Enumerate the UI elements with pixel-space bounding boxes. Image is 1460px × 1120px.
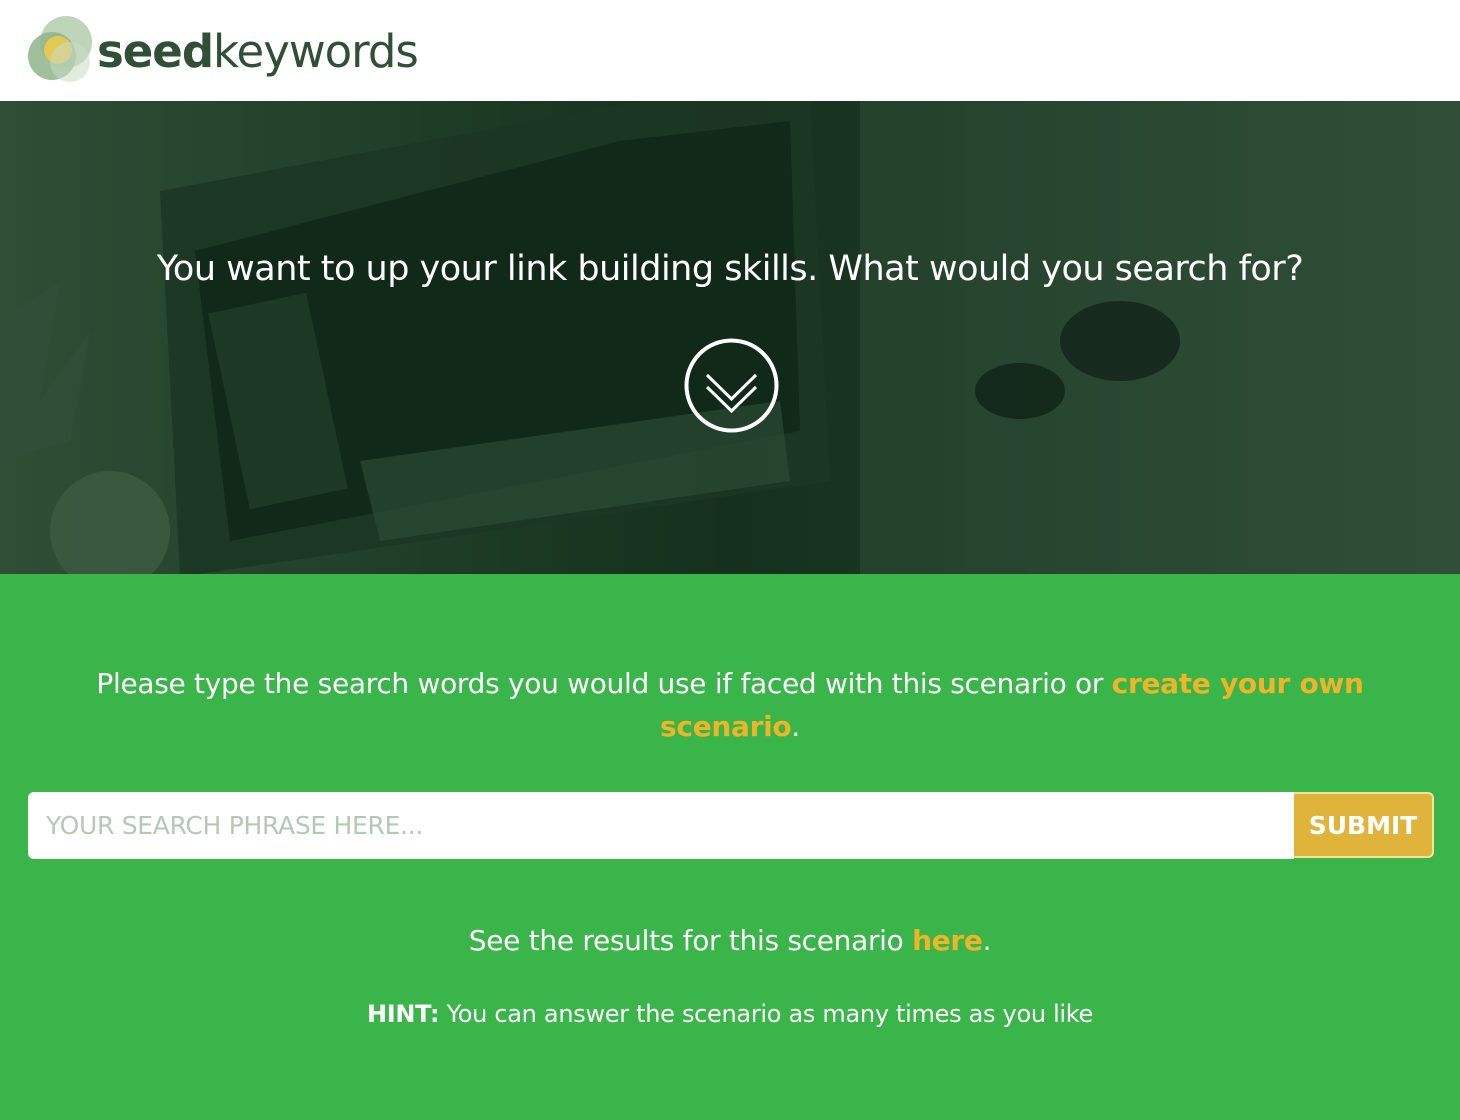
instructions-end: . xyxy=(791,710,800,743)
hint-body: You can answer the scenario as many time… xyxy=(439,1000,1094,1028)
results-end: . xyxy=(982,924,992,957)
site-header: seedkeywords xyxy=(0,0,1460,101)
brand-name-bold: seed xyxy=(97,24,214,78)
submit-button[interactable]: SUBMIT xyxy=(1294,792,1434,858)
brand-name-regular: keywords xyxy=(213,24,419,78)
hint-label: HINT: xyxy=(366,1000,440,1028)
instructions-label: Please type the search words you would u… xyxy=(96,667,1112,700)
scenario-question: You want to up your link building skills… xyxy=(156,249,1304,289)
search-form: SUBMIT xyxy=(28,792,1434,859)
hint-text: HINT: You can answer the scenario as man… xyxy=(0,1000,1460,1028)
instructions-text: Please type the search words you would u… xyxy=(60,662,1400,748)
brand-name: seedkeywords xyxy=(97,29,419,74)
chevron-double-down-icon[interactable] xyxy=(683,337,780,434)
logo[interactable]: seedkeywords xyxy=(26,14,446,88)
search-section: Please type the search words you would u… xyxy=(0,574,1460,1120)
results-text: See the results for this scenario here. xyxy=(0,924,1460,957)
search-phrase-input[interactable] xyxy=(28,792,1294,859)
seed-logo-icon xyxy=(28,16,92,82)
results-label: See the results for this scenario xyxy=(468,924,913,957)
results-here-link[interactable]: here xyxy=(912,924,983,957)
hero-section: You want to up your link building skills… xyxy=(0,101,1460,574)
